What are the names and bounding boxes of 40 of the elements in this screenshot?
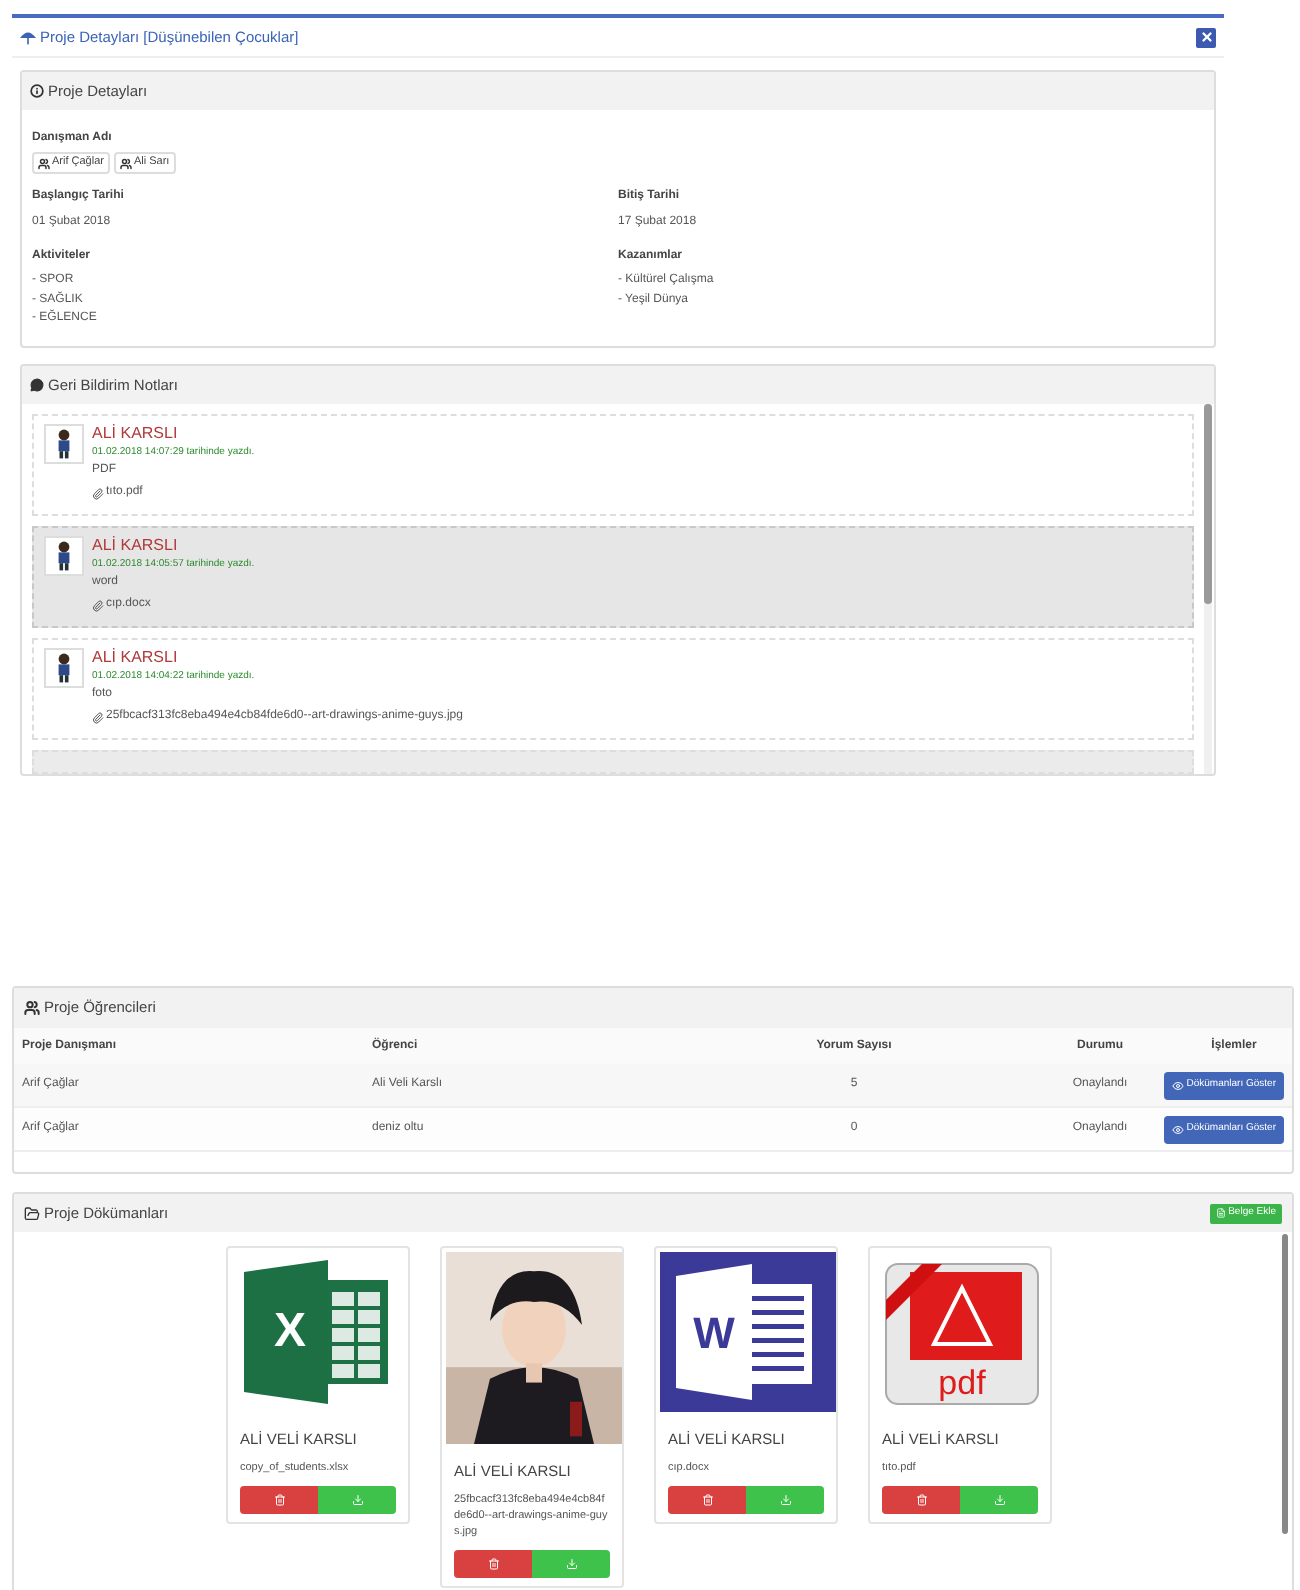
delete-button[interactable] [882, 1486, 960, 1515]
scrollbar[interactable] [1282, 1234, 1288, 1534]
download-button[interactable] [532, 1550, 610, 1579]
note-author: ALİ KARSLI [92, 536, 180, 556]
users-icon [24, 1000, 40, 1016]
trash-icon [487, 1558, 499, 1571]
close-icon [1199, 30, 1213, 44]
paperclip-icon [92, 487, 104, 499]
file-icon [1216, 1208, 1227, 1218]
eye-icon [1172, 1079, 1185, 1091]
users-icon [38, 157, 50, 169]
users-icon [119, 157, 132, 169]
eye-icon [1172, 1123, 1185, 1135]
download-icon [993, 1494, 1005, 1507]
trash-icon [915, 1494, 927, 1507]
delete-button[interactable] [454, 1550, 532, 1579]
delete-button[interactable] [668, 1486, 746, 1515]
umbrella-icon [20, 29, 36, 45]
person-avatar-icon [44, 536, 84, 576]
delete-button[interactable] [240, 1486, 318, 1515]
scrollbar[interactable] [1204, 404, 1212, 774]
download-icon [565, 1558, 577, 1571]
close-button[interactable] [1196, 27, 1216, 47]
trash-icon [273, 1494, 285, 1507]
trash-icon [701, 1494, 713, 1507]
download-icon [351, 1494, 363, 1507]
comments-icon [30, 378, 44, 392]
paperclip-icon [92, 599, 104, 611]
note-author: ALİ KARSLI [92, 424, 180, 444]
folder-icon [24, 1205, 40, 1221]
info-icon [30, 84, 44, 98]
note-author: ALİ KARSLI [92, 648, 180, 668]
download-button[interactable] [318, 1486, 396, 1515]
download-button[interactable] [746, 1486, 824, 1515]
download-icon [779, 1494, 791, 1507]
download-button[interactable] [960, 1486, 1038, 1515]
paperclip-icon [92, 711, 104, 723]
person-avatar-icon [44, 648, 84, 688]
person-avatar-icon [44, 424, 84, 464]
document-logo-icon: W [660, 1252, 836, 1412]
